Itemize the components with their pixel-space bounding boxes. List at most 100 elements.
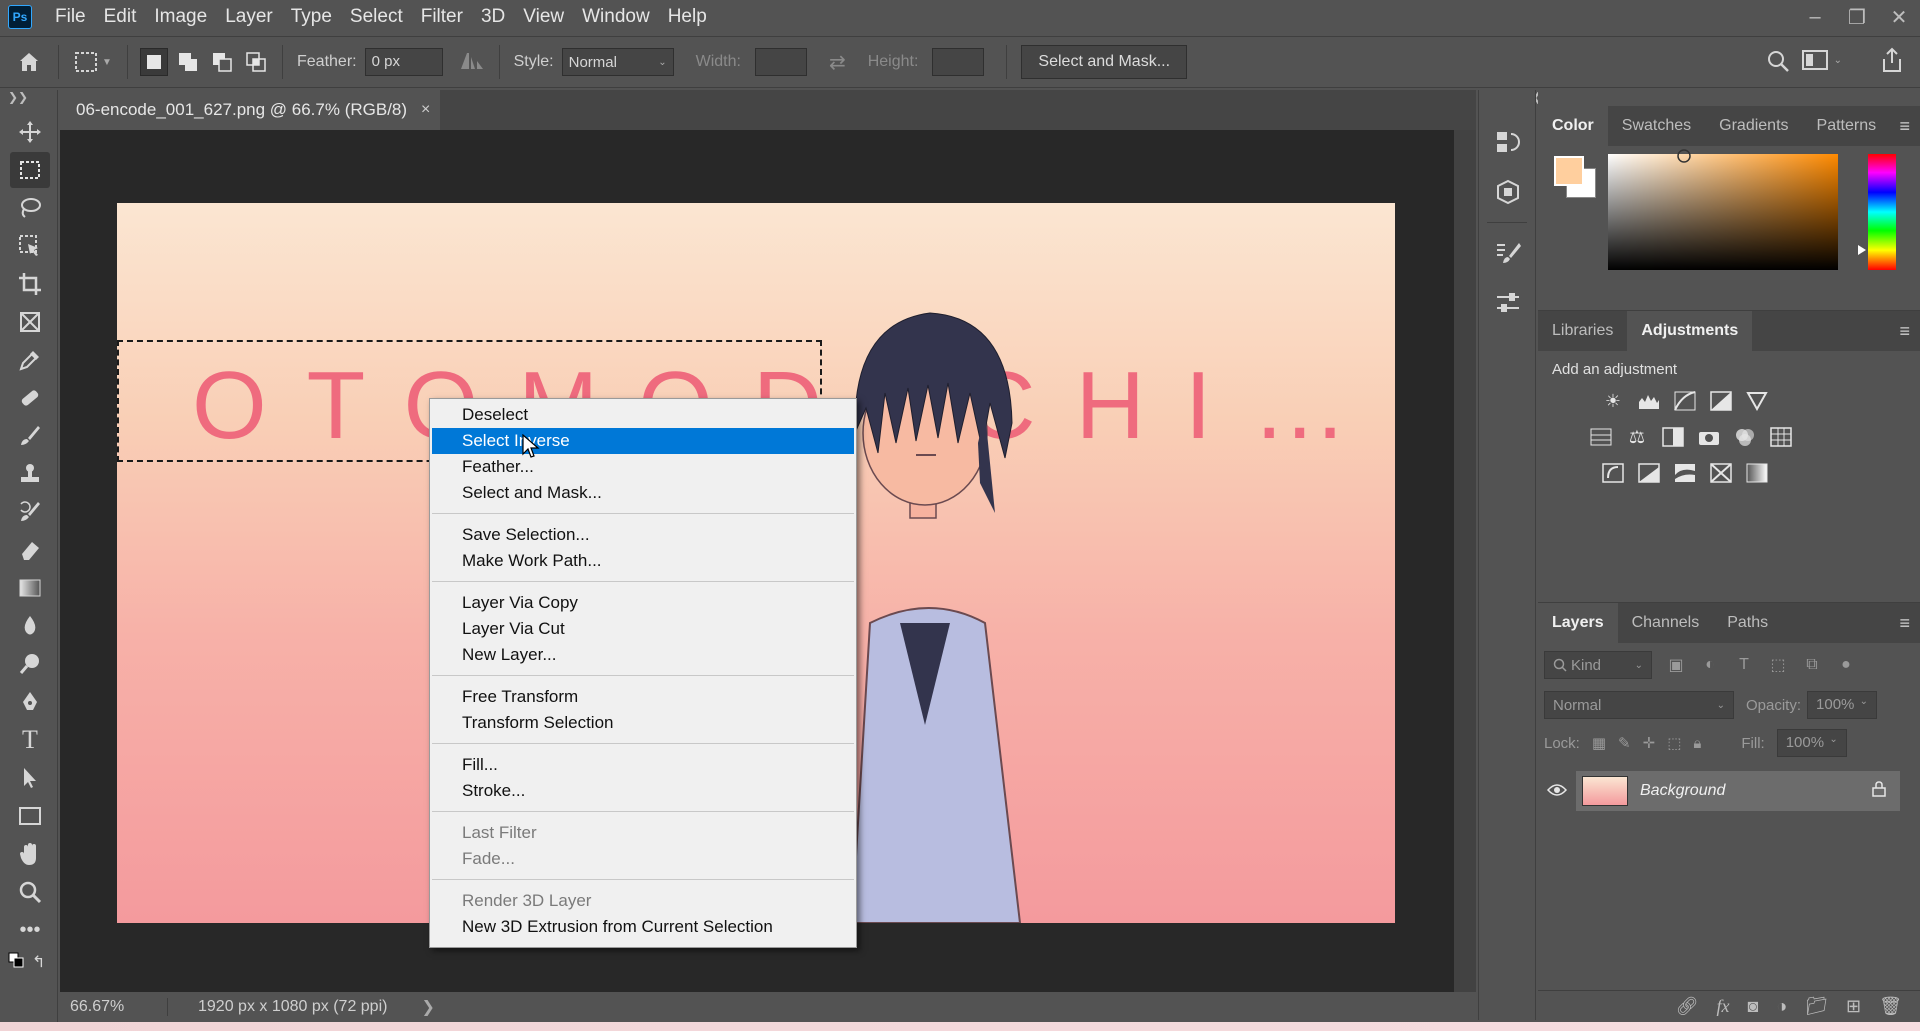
- color-balance-icon[interactable]: ⚖: [1624, 424, 1650, 450]
- lock-all-icon[interactable]: 🔒︎: [1693, 735, 1701, 752]
- pixel-layer-filter-icon[interactable]: ▣: [1666, 655, 1686, 675]
- lock-position-icon[interactable]: ✛: [1643, 734, 1656, 752]
- history-brush-tool-icon[interactable]: [10, 494, 50, 530]
- menu-item-save-selection[interactable]: Save Selection...: [432, 522, 854, 548]
- brightness-contrast-icon[interactable]: ☀: [1600, 388, 1626, 414]
- menu-filter[interactable]: Filter: [412, 6, 472, 28]
- tab-swatches[interactable]: Swatches: [1608, 106, 1705, 146]
- style-dropdown[interactable]: Normal ⌄: [561, 48, 674, 76]
- menu-layer[interactable]: Layer: [216, 6, 282, 28]
- home-icon[interactable]: [0, 50, 58, 74]
- menu-image[interactable]: Image: [145, 6, 216, 28]
- intersect-selection-icon[interactable]: [242, 48, 270, 76]
- smart-object-filter-icon[interactable]: ⧉: [1802, 656, 1822, 674]
- frame-tool-icon[interactable]: [10, 304, 50, 340]
- tab-paths[interactable]: Paths: [1713, 603, 1782, 643]
- brush-settings-panel-icon[interactable]: [1488, 233, 1528, 273]
- menu-help[interactable]: Help: [659, 6, 716, 28]
- eraser-tool-icon[interactable]: [10, 532, 50, 568]
- selective-color-icon[interactable]: [1708, 460, 1734, 486]
- menu-item-layer-via-cut[interactable]: Layer Via Cut: [432, 616, 854, 642]
- vibrance-icon[interactable]: [1744, 388, 1770, 414]
- tab-patterns[interactable]: Patterns: [1803, 106, 1891, 146]
- menu-item-select-and-mask[interactable]: Select and Mask...: [432, 480, 854, 506]
- photoshop-logo[interactable]: Ps: [8, 5, 32, 29]
- layer-row[interactable]: Background: [1538, 771, 1920, 811]
- menu-window[interactable]: Window: [573, 6, 659, 28]
- pen-tool-icon[interactable]: [10, 684, 50, 720]
- dodge-tool-icon[interactable]: [10, 646, 50, 682]
- tab-libraries[interactable]: Libraries: [1538, 311, 1627, 351]
- minimize-icon[interactable]: –: [1794, 0, 1836, 34]
- menu-item-new-3d-extrusion[interactable]: New 3D Extrusion from Current Selection: [432, 914, 854, 940]
- panel-menu-icon[interactable]: ≡: [1899, 106, 1920, 146]
- add-mask-icon[interactable]: ◙: [1747, 996, 1758, 1017]
- width-input[interactable]: [754, 48, 807, 76]
- status-menu-arrow[interactable]: ❯: [421, 997, 434, 1017]
- select-and-mask-button[interactable]: Select and Mask...: [1021, 45, 1188, 79]
- tab-adjustments[interactable]: Adjustments: [1627, 311, 1753, 351]
- clone-stamp-tool-icon[interactable]: [10, 456, 50, 492]
- hue-slider[interactable]: [1868, 154, 1896, 270]
- properties-panel-icon[interactable]: [1488, 283, 1528, 323]
- spot-healing-brush-icon[interactable]: [10, 380, 50, 416]
- layer-item-background[interactable]: Background: [1576, 771, 1900, 811]
- menu-item-feather[interactable]: Feather...: [432, 454, 854, 480]
- tab-layers[interactable]: Layers: [1538, 603, 1618, 643]
- vertical-scrollbar[interactable]: [1454, 130, 1476, 992]
- blur-tool-icon[interactable]: [10, 608, 50, 644]
- close-tab-icon[interactable]: ×: [421, 101, 430, 119]
- close-icon[interactable]: ✕: [1878, 0, 1920, 34]
- lock-transparent-pixels-icon[interactable]: ▦: [1592, 734, 1606, 752]
- menu-item-stroke[interactable]: Stroke...: [432, 778, 854, 804]
- gradient-tool-icon[interactable]: [10, 570, 50, 606]
- menu-select[interactable]: Select: [341, 6, 412, 28]
- tab-color[interactable]: Color: [1538, 106, 1608, 146]
- lock-image-pixels-icon[interactable]: ✎: [1618, 734, 1631, 752]
- menu-3d[interactable]: 3D: [472, 6, 514, 28]
- panel-menu-icon[interactable]: ≡: [1899, 603, 1920, 643]
- menu-item-deselect[interactable]: Deselect: [432, 402, 854, 428]
- lock-artboard-icon[interactable]: ⬚: [1667, 734, 1681, 752]
- layer-lock-icon[interactable]: [1872, 780, 1886, 802]
- menu-item-transform-selection[interactable]: Transform Selection: [432, 710, 854, 736]
- threshold-icon[interactable]: [1672, 460, 1698, 486]
- restore-icon[interactable]: ❐: [1836, 0, 1878, 34]
- swap-dimensions-icon[interactable]: ⇄: [829, 50, 846, 75]
- tool-preset-picker[interactable]: ▼: [59, 51, 127, 73]
- blend-mode-dropdown[interactable]: Normal ⌄: [1544, 691, 1734, 719]
- opacity-input[interactable]: 100% ⌄: [1807, 691, 1878, 719]
- menu-view[interactable]: View: [514, 6, 573, 28]
- menu-item-make-work-path[interactable]: Make Work Path...: [432, 548, 854, 574]
- new-adjustment-layer-icon[interactable]: ◑: [1776, 996, 1787, 1017]
- tab-channels[interactable]: Channels: [1618, 603, 1714, 643]
- photo-filter-icon[interactable]: [1696, 424, 1722, 450]
- posterize-icon[interactable]: [1636, 460, 1662, 486]
- share-icon[interactable]: [1880, 47, 1904, 78]
- zoom-level[interactable]: 66.67%: [60, 998, 168, 1016]
- delete-layer-icon[interactable]: 🗑︎: [1879, 996, 1902, 1017]
- new-selection-icon[interactable]: [140, 48, 168, 76]
- zoom-tool-icon[interactable]: [10, 874, 50, 910]
- feather-input[interactable]: 0 px: [364, 48, 443, 76]
- filter-toggle-icon[interactable]: ●: [1836, 656, 1856, 674]
- visibility-eye-icon[interactable]: [1538, 781, 1576, 802]
- new-layer-icon[interactable]: ⊞: [1846, 996, 1861, 1017]
- new-group-icon[interactable]: 📁︎: [1805, 996, 1828, 1017]
- levels-icon[interactable]: [1636, 388, 1662, 414]
- color-lookup-icon[interactable]: [1768, 424, 1794, 450]
- eyedropper-tool-icon[interactable]: [10, 342, 50, 378]
- type-layer-filter-icon[interactable]: T: [1734, 656, 1754, 674]
- menu-type[interactable]: Type: [282, 6, 341, 28]
- rectangle-tool-icon[interactable]: [10, 798, 50, 834]
- path-selection-tool-icon[interactable]: [10, 760, 50, 796]
- rectangular-marquee-tool-icon[interactable]: [10, 152, 50, 188]
- default-colors-icon[interactable]: [8, 952, 24, 968]
- black-white-icon[interactable]: [1660, 424, 1686, 450]
- layer-name[interactable]: Background: [1640, 782, 1725, 800]
- adjustment-layer-filter-icon[interactable]: ◐: [1700, 656, 1720, 674]
- history-panel-icon[interactable]: [1488, 122, 1528, 162]
- foreground-color-swatch[interactable]: [1554, 156, 1584, 186]
- menu-item-layer-via-copy[interactable]: Layer Via Copy: [432, 590, 854, 616]
- document-tab[interactable]: 06-encode_001_627.png @ 66.7% (RGB/8) ×: [60, 90, 440, 130]
